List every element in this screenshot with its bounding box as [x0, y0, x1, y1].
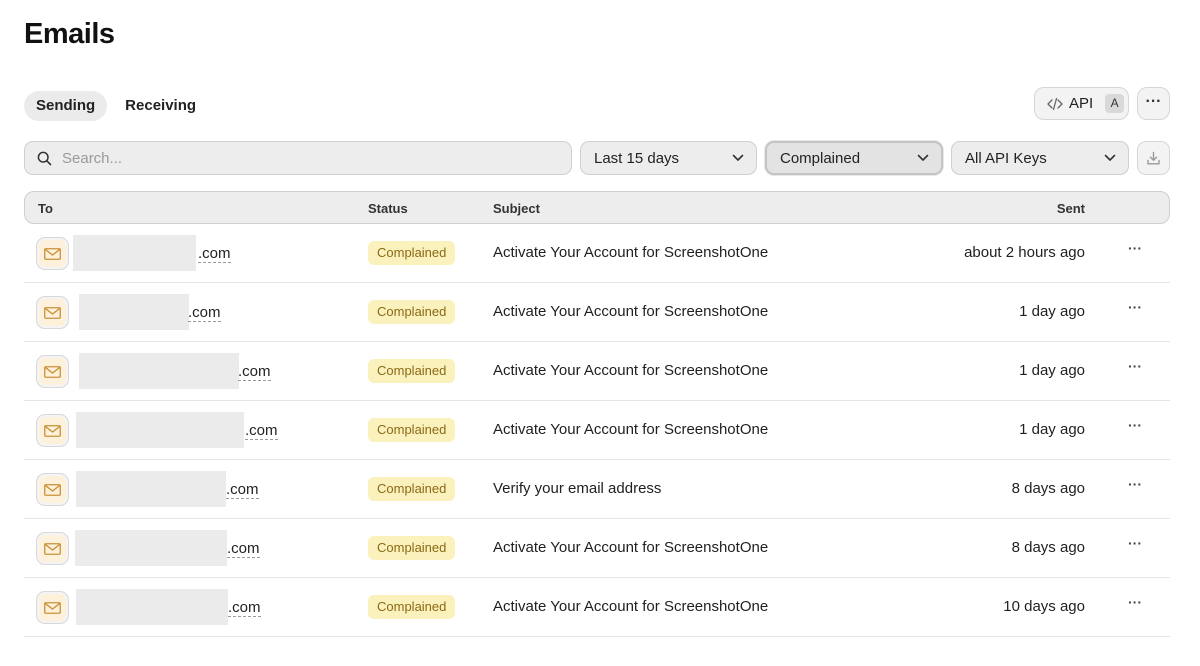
tab-receiving[interactable]: Receiving — [113, 91, 208, 121]
page-title: Emails — [24, 18, 115, 50]
code-icon — [1047, 97, 1063, 110]
chevron-down-icon — [1104, 154, 1116, 161]
table-row[interactable]: .com Complained Activate Your Account fo… — [24, 224, 1170, 283]
recipient-domain[interactable]: .com — [228, 599, 261, 617]
table-row[interactable]: .com Complained Activate Your Account fo… — [24, 519, 1170, 578]
recipient-domain[interactable]: .com — [198, 245, 231, 263]
status-badge: Complained — [368, 359, 456, 383]
more-horizontal-icon: ··· — [1145, 93, 1162, 110]
column-header-to[interactable]: To — [38, 201, 53, 216]
status-badge: Complained — [368, 595, 456, 619]
email-subject: Activate Your Account for ScreenshotOne — [493, 598, 769, 615]
more-horizontal-icon[interactable]: ··· — [1125, 417, 1145, 437]
email-subject: Activate Your Account for ScreenshotOne — [493, 303, 769, 320]
mail-icon — [36, 532, 69, 565]
recipient-domain[interactable]: .com — [238, 363, 271, 381]
api-keys-value: All API Keys — [965, 149, 1047, 167]
table-row[interactable]: .com Complained Activate Your Account fo… — [24, 342, 1170, 401]
api-button[interactable]: API A — [1034, 87, 1129, 120]
sent-time: 8 days ago — [1011, 480, 1085, 497]
redacted-recipient — [76, 471, 226, 507]
more-horizontal-icon[interactable]: ··· — [1125, 476, 1145, 496]
recipient-domain[interactable]: .com — [245, 422, 278, 440]
email-subject: Activate Your Account for ScreenshotOne — [493, 362, 769, 379]
recipient-domain[interactable]: .com — [188, 304, 221, 322]
table-header: To Status Subject Sent — [24, 191, 1170, 224]
status-badge: Complained — [368, 300, 456, 324]
sent-time: 1 day ago — [1019, 362, 1085, 379]
redacted-recipient — [79, 294, 189, 330]
date-range-value: Last 15 days — [594, 149, 680, 167]
mail-icon — [36, 591, 69, 624]
status-badge: Complained — [368, 536, 456, 560]
redacted-recipient — [76, 412, 244, 448]
column-header-sent[interactable]: Sent — [1057, 201, 1085, 216]
search-input[interactable] — [62, 149, 542, 167]
download-icon — [1147, 151, 1160, 164]
api-shortcut-key: A — [1105, 94, 1125, 113]
column-header-status[interactable]: Status — [368, 201, 408, 216]
search-field[interactable] — [24, 141, 572, 175]
tabs: Sending Receiving — [24, 91, 208, 121]
mail-icon — [36, 237, 69, 270]
date-range-select[interactable]: Last 15 days — [580, 141, 757, 175]
table-row[interactable]: .com Complained Verify your email addres… — [24, 460, 1170, 519]
email-subject: Verify your email address — [493, 480, 662, 497]
status-select[interactable]: Complained — [765, 141, 943, 175]
mail-icon — [36, 296, 69, 329]
table-row[interactable]: .com Complained Activate Your Account fo… — [24, 401, 1170, 460]
table-row[interactable]: .com Complained Activate Your Account fo… — [24, 283, 1170, 342]
sent-time: 1 day ago — [1019, 421, 1085, 438]
recipient-domain[interactable]: .com — [227, 540, 260, 558]
email-subject: Activate Your Account for ScreenshotOne — [493, 539, 769, 556]
status-badge: Complained — [368, 418, 456, 442]
status-badge: Complained — [368, 477, 456, 501]
tab-sending[interactable]: Sending — [24, 91, 108, 121]
sent-time: 8 days ago — [1011, 539, 1085, 556]
more-options-button[interactable]: ··· — [1137, 87, 1170, 120]
status-badge: Complained — [368, 241, 456, 265]
mail-icon — [36, 414, 69, 447]
sent-time: 1 day ago — [1019, 303, 1085, 320]
table-row[interactable]: .com Complained Activate Your Account fo… — [24, 578, 1170, 637]
more-horizontal-icon[interactable]: ··· — [1125, 535, 1145, 555]
redacted-recipient — [75, 530, 227, 566]
more-horizontal-icon[interactable]: ··· — [1125, 358, 1145, 378]
search-icon — [37, 151, 52, 165]
sent-time: about 2 hours ago — [964, 244, 1085, 261]
mail-icon — [36, 473, 69, 506]
recipient-domain[interactable]: .com — [226, 481, 259, 499]
api-keys-select[interactable]: All API Keys — [951, 141, 1129, 175]
mail-icon — [36, 355, 69, 388]
api-button-label: API — [1069, 95, 1094, 112]
more-horizontal-icon[interactable]: ··· — [1125, 299, 1145, 319]
chevron-down-icon — [732, 154, 744, 161]
status-value: Complained — [780, 149, 861, 167]
column-header-subject[interactable]: Subject — [493, 201, 540, 216]
email-subject: Activate Your Account for ScreenshotOne — [493, 421, 769, 438]
email-list: .com Complained Activate Your Account fo… — [24, 224, 1170, 637]
more-horizontal-icon[interactable]: ··· — [1125, 594, 1145, 614]
download-button[interactable] — [1137, 141, 1170, 175]
redacted-recipient — [73, 235, 196, 271]
redacted-recipient — [79, 353, 239, 389]
sent-time: 10 days ago — [1003, 598, 1085, 615]
redacted-recipient — [76, 589, 228, 625]
chevron-down-icon — [917, 154, 929, 161]
email-subject: Activate Your Account for ScreenshotOne — [493, 244, 769, 261]
more-horizontal-icon[interactable]: ··· — [1125, 240, 1145, 260]
